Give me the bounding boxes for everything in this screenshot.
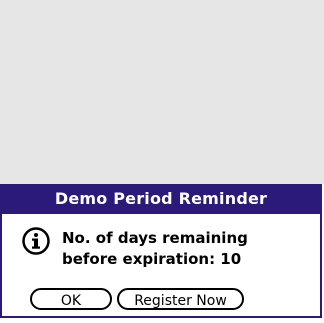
info-icon bbox=[22, 227, 50, 255]
ok-button[interactable]: OK bbox=[30, 288, 112, 310]
dialog-message: No. of days remaining before expiration:… bbox=[62, 229, 248, 268]
screen: Demo Period Reminder No. of days remaini… bbox=[0, 0, 324, 323]
register-now-button[interactable]: Register Now bbox=[117, 288, 244, 310]
background-area bbox=[0, 0, 324, 184]
alert-dialog: Demo Period Reminder No. of days remaini… bbox=[0, 184, 322, 318]
dialog-title: Demo Period Reminder bbox=[2, 184, 320, 214]
